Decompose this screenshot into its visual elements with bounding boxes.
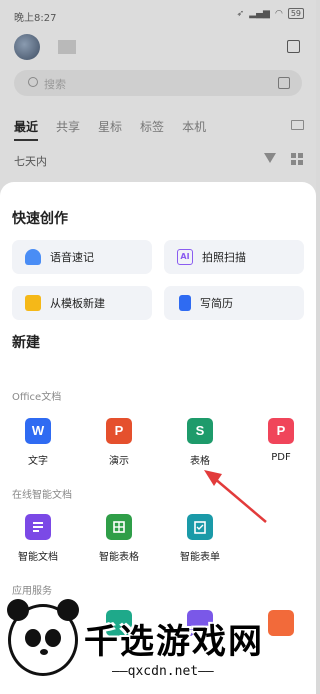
- new-smart-form-button[interactable]: 智能表单: [170, 514, 230, 563]
- panda-logo-icon: [7, 599, 79, 676]
- quick-scan-button[interactable]: AI 拍照扫描: [164, 240, 304, 274]
- panda-ear: [7, 599, 29, 621]
- tile-label: 演示: [109, 456, 129, 467]
- filter-icon[interactable]: [264, 153, 276, 163]
- quick-item-label: 写简历: [200, 297, 233, 310]
- office-docs-label: Office文档: [12, 392, 62, 403]
- spreadsheet-icon: S: [187, 418, 213, 444]
- tile-label: 智能表格: [99, 552, 139, 563]
- tile-label: 表格: [190, 456, 210, 467]
- search-bar[interactable]: 搜索: [14, 70, 302, 96]
- new-smart-doc-button[interactable]: 智能文档: [8, 514, 68, 563]
- wifi-icon: ◠: [274, 8, 283, 19]
- quick-resume-button[interactable]: 写简历: [164, 286, 304, 320]
- folder-icon[interactable]: [291, 120, 304, 130]
- quick-voice-note-button[interactable]: 语音速记: [12, 240, 152, 274]
- tab-local[interactable]: 本机: [182, 118, 206, 135]
- ai-scan-icon: AI: [177, 249, 193, 265]
- tab-starred[interactable]: 星标: [98, 118, 122, 135]
- location-icon: ➶: [236, 8, 245, 19]
- scan-icon[interactable]: [278, 77, 290, 89]
- smart-form-icon: [187, 514, 213, 540]
- avatar[interactable]: [14, 34, 40, 60]
- signal-icon: ▂▄▆: [249, 8, 270, 19]
- quick-create-title: 快速创作: [12, 211, 68, 227]
- resume-icon: [179, 295, 191, 311]
- pdf-icon: P: [268, 418, 294, 444]
- grid-view-icon[interactable]: [291, 153, 303, 165]
- tab-recent[interactable]: 最近: [14, 118, 39, 141]
- smart-doc-icon: [25, 514, 51, 540]
- quick-item-label: 从模板新建: [50, 297, 105, 310]
- panda-ear: [57, 599, 79, 621]
- tab-tags[interactable]: 标签: [140, 118, 164, 135]
- new-word-button[interactable]: W 文字: [8, 418, 68, 467]
- watermark-url: ——qxcdn.net——: [112, 664, 214, 679]
- quick-item-label: 语音速记: [50, 251, 94, 264]
- new-spreadsheet-button[interactable]: S 表格: [170, 418, 230, 467]
- smart-sheet-icon: [106, 514, 132, 540]
- status-time: 晚上8:27: [14, 13, 57, 24]
- presentation-icon: P: [106, 418, 132, 444]
- new-smart-sheet-button[interactable]: 智能表格: [89, 514, 149, 563]
- watermark-title: 千选游戏网: [84, 622, 264, 662]
- quick-template-button[interactable]: 从模板新建: [12, 286, 152, 320]
- new-pdf-button[interactable]: P PDF: [251, 418, 311, 463]
- multi-window-icon[interactable]: [287, 40, 300, 53]
- new-section-title: 新建: [12, 335, 40, 351]
- tile-label: PDF: [271, 452, 291, 463]
- time-filter-label[interactable]: 七天内: [14, 153, 47, 169]
- voice-note-icon: [25, 249, 41, 265]
- status-icons: ➶ ▂▄▆ ◠ 59: [237, 8, 304, 19]
- panda-eye: [25, 629, 41, 647]
- watermark: 千选游戏网 ——qxcdn.net——: [0, 590, 316, 694]
- quick-item-label: 拍照扫描: [202, 251, 246, 264]
- panda-eye: [45, 629, 61, 647]
- tile-label: 智能表单: [180, 552, 220, 563]
- tile-label: 文字: [28, 456, 48, 467]
- panda-nose: [40, 649, 48, 655]
- new-presentation-button[interactable]: P 演示: [89, 418, 149, 467]
- status-bar: 晚上8:27 ➶ ▂▄▆ ◠ 59: [0, 0, 316, 30]
- username-blurred: [58, 40, 76, 54]
- template-icon: [25, 295, 41, 311]
- online-docs-label: 在线智能文档: [12, 490, 72, 501]
- search-icon: [28, 77, 38, 87]
- top-bar: [0, 30, 316, 64]
- tab-bar: 最近 共享 星标 标签 本机: [14, 118, 206, 141]
- tile-label: 智能文档: [18, 552, 58, 563]
- tab-shared[interactable]: 共享: [56, 118, 80, 135]
- battery-icon: 59: [287, 8, 304, 19]
- word-doc-icon: W: [25, 418, 51, 444]
- search-placeholder: 搜索: [44, 78, 66, 91]
